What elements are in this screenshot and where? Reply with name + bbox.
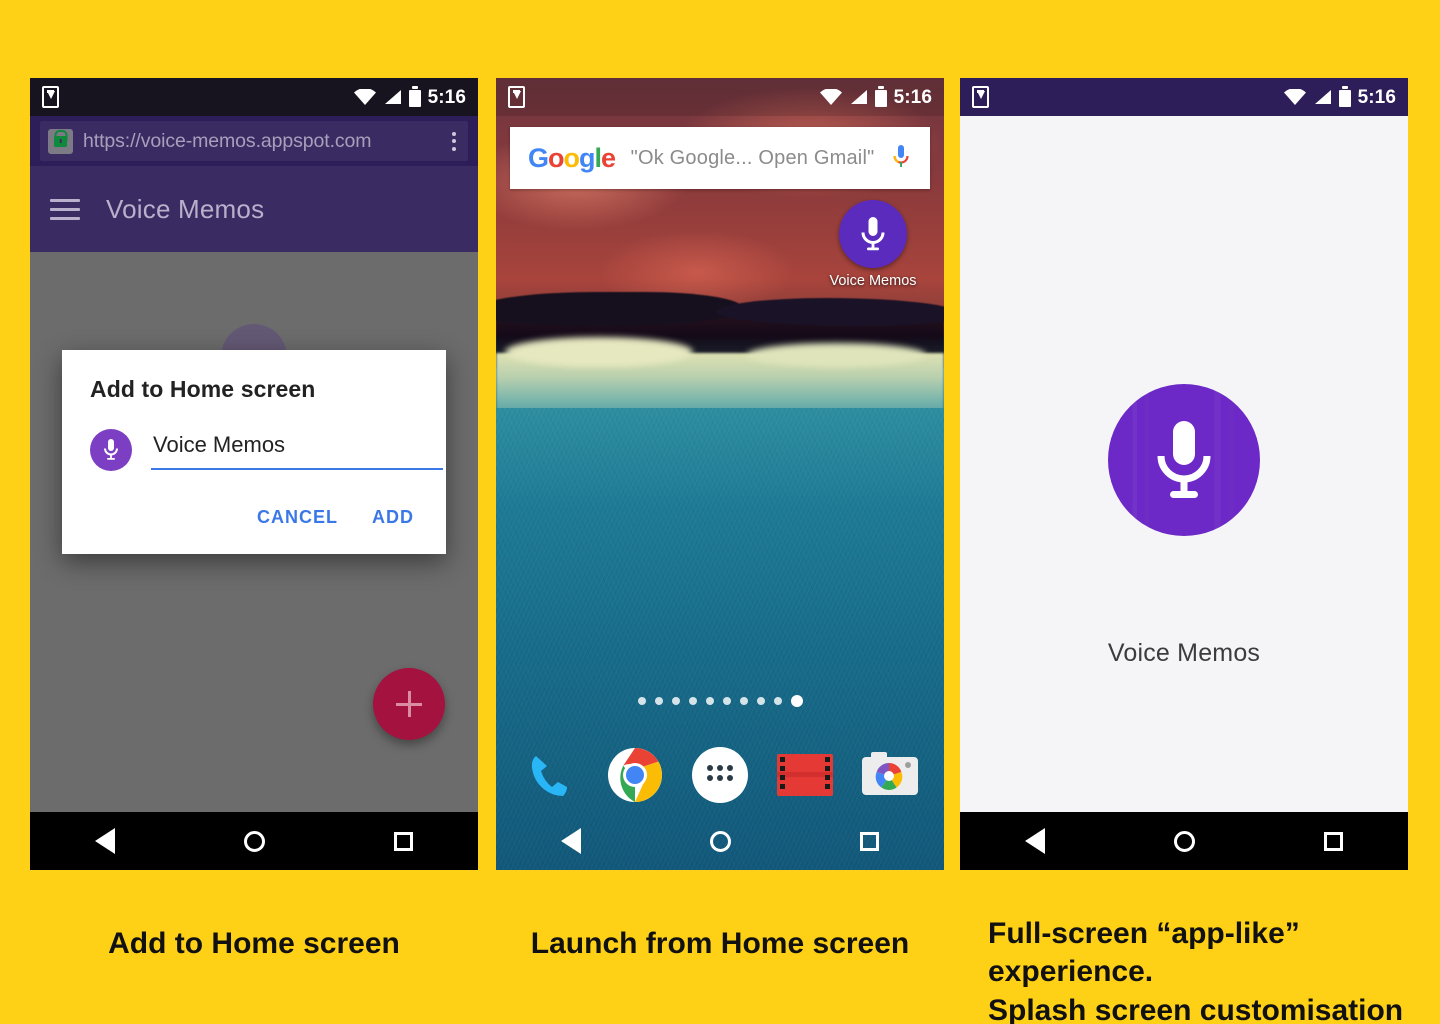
caption-line-2: Splash screen customisation bbox=[988, 993, 1404, 1024]
search-hint-text: "Ok Google... Open Gmail" bbox=[630, 146, 875, 169]
system-nav-bar bbox=[496, 812, 944, 870]
caption-line-1: Full-screen “app-like” experience. bbox=[988, 917, 1300, 989]
google-mic-icon[interactable] bbox=[890, 143, 912, 173]
dialog-input-row bbox=[90, 429, 443, 477]
phone-add-to-home-screen: 5:16 https://voice-memos.appspot.com Voi… bbox=[30, 78, 478, 870]
nav-recents-icon[interactable] bbox=[860, 831, 880, 851]
status-bar-right: 5:16 bbox=[1283, 85, 1396, 108]
nav-recents-icon[interactable] bbox=[394, 831, 414, 851]
nav-back-icon[interactable] bbox=[560, 828, 581, 854]
home-screen-shortcut-voice-memos[interactable]: Voice Memos bbox=[820, 200, 926, 289]
battery-icon bbox=[1338, 85, 1351, 107]
google-search-widget[interactable]: Google "Ok Google... Open Gmail" bbox=[510, 127, 930, 189]
status-bar-clock: 5:16 bbox=[427, 86, 466, 108]
phone-home-screen: 5:16 Google "Ok Google... Open Gmail" Vo… bbox=[496, 78, 944, 870]
battery-icon bbox=[408, 85, 421, 107]
wifi-icon bbox=[1283, 89, 1306, 105]
add-to-home-screen-dialog: Add to Home screen CANCEL ADD bbox=[62, 350, 446, 554]
poster-canvas: 5:16 https://voice-memos.appspot.com Voi… bbox=[0, 0, 1440, 1024]
caption-full-screen-experience: Full-screen “app-like” experience. Splas… bbox=[960, 915, 1420, 1024]
home-dock bbox=[496, 733, 944, 817]
phone-app-icon[interactable] bbox=[519, 744, 581, 806]
signal-icon bbox=[1313, 89, 1332, 105]
status-bar-left bbox=[972, 86, 989, 108]
play-movies-app-icon[interactable] bbox=[774, 744, 836, 806]
nav-home-icon[interactable] bbox=[243, 830, 265, 852]
status-bar-clock: 5:16 bbox=[1357, 86, 1396, 108]
wifi-icon bbox=[353, 89, 376, 105]
battery-icon bbox=[874, 85, 887, 107]
signal-icon bbox=[849, 89, 868, 105]
phone1-screen: 5:16 https://voice-memos.appspot.com Voi… bbox=[30, 78, 478, 870]
status-bar-left bbox=[42, 86, 59, 108]
google-logo: Google bbox=[528, 142, 616, 173]
nav-home-icon[interactable] bbox=[709, 830, 731, 852]
status-bar: 5:16 bbox=[960, 78, 1408, 116]
download-icon bbox=[42, 86, 59, 108]
status-bar: 5:16 bbox=[496, 78, 944, 116]
phone3-screen: 5:16 Voice Memos bbox=[960, 78, 1408, 870]
chrome-app-icon[interactable] bbox=[604, 744, 666, 806]
status-bar-right: 5:16 bbox=[819, 85, 932, 108]
caption-add-to-home-screen: Add to Home screen bbox=[108, 927, 400, 960]
status-bar-clock: 5:16 bbox=[893, 86, 932, 108]
all-apps-icon[interactable] bbox=[689, 744, 751, 806]
dialog-title: Add to Home screen bbox=[90, 376, 316, 402]
phone-splash-screen: 5:16 Voice Memos bbox=[960, 78, 1408, 870]
shortcut-label: Voice Memos bbox=[829, 273, 917, 289]
camera-app-icon[interactable] bbox=[859, 744, 921, 806]
download-icon bbox=[508, 86, 525, 108]
caption-launch-from-home-screen: Launch from Home screen bbox=[530, 927, 910, 960]
status-bar: 5:16 bbox=[30, 78, 478, 116]
nav-back-icon[interactable] bbox=[94, 828, 115, 854]
download-icon bbox=[972, 86, 989, 108]
status-bar-right: 5:16 bbox=[353, 85, 466, 108]
microphone-icon bbox=[839, 200, 907, 268]
nav-recents-icon[interactable] bbox=[1324, 831, 1344, 851]
dialog-actions: CANCEL ADD bbox=[90, 477, 418, 542]
microphone-icon bbox=[90, 429, 132, 471]
system-nav-bar bbox=[30, 812, 478, 870]
signal-icon bbox=[383, 89, 402, 105]
splash-content: Voice Memos bbox=[960, 116, 1408, 812]
splash-app-name: Voice Memos bbox=[1107, 639, 1261, 667]
status-bar-left bbox=[508, 86, 525, 108]
system-nav-bar bbox=[960, 812, 1408, 870]
microphone-icon bbox=[1108, 384, 1260, 536]
nav-back-icon[interactable] bbox=[1024, 828, 1045, 854]
wifi-icon bbox=[819, 89, 842, 105]
shortcut-name-input[interactable] bbox=[151, 430, 443, 470]
nav-home-icon[interactable] bbox=[1173, 830, 1195, 852]
page-indicator bbox=[496, 695, 944, 707]
cancel-button[interactable]: CANCEL bbox=[257, 507, 338, 528]
add-button[interactable]: ADD bbox=[372, 507, 414, 528]
phone2-screen: 5:16 Google "Ok Google... Open Gmail" Vo… bbox=[496, 78, 944, 870]
